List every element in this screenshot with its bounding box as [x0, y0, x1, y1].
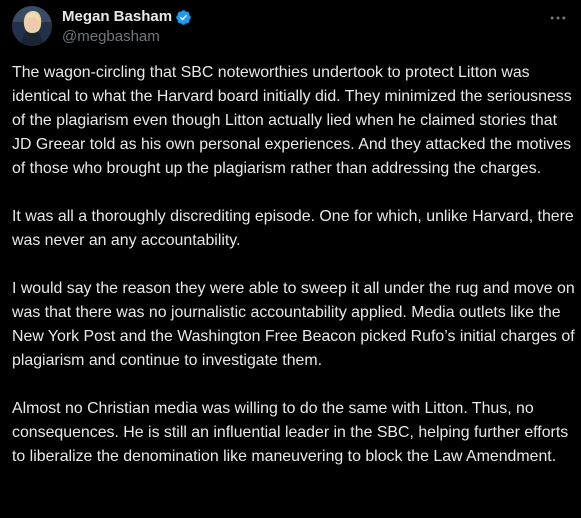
verified-badge-icon — [175, 9, 192, 26]
author-handle[interactable]: @megbasham — [62, 27, 160, 47]
post-paragraph: Almost no Christian media was willing to… — [12, 400, 569, 465]
author-name-row: Megan Basham — [62, 7, 192, 27]
post-text: The wagon-circling that SBC noteworthies… — [12, 61, 577, 469]
post-header: Megan Basham @megbasham — [0, 0, 581, 56]
post-paragraph: It was all a thoroughly discrediting epi… — [12, 208, 574, 249]
more-options-button[interactable] — [545, 8, 571, 28]
post-paragraph: I would say the reason they were able to… — [12, 280, 575, 369]
author-display-name[interactable]: Megan Basham — [62, 7, 172, 27]
post-paragraph: The wagon-circling that SBC noteworthies… — [12, 64, 572, 177]
avatar[interactable] — [12, 6, 52, 46]
more-horizontal-icon — [550, 16, 566, 20]
